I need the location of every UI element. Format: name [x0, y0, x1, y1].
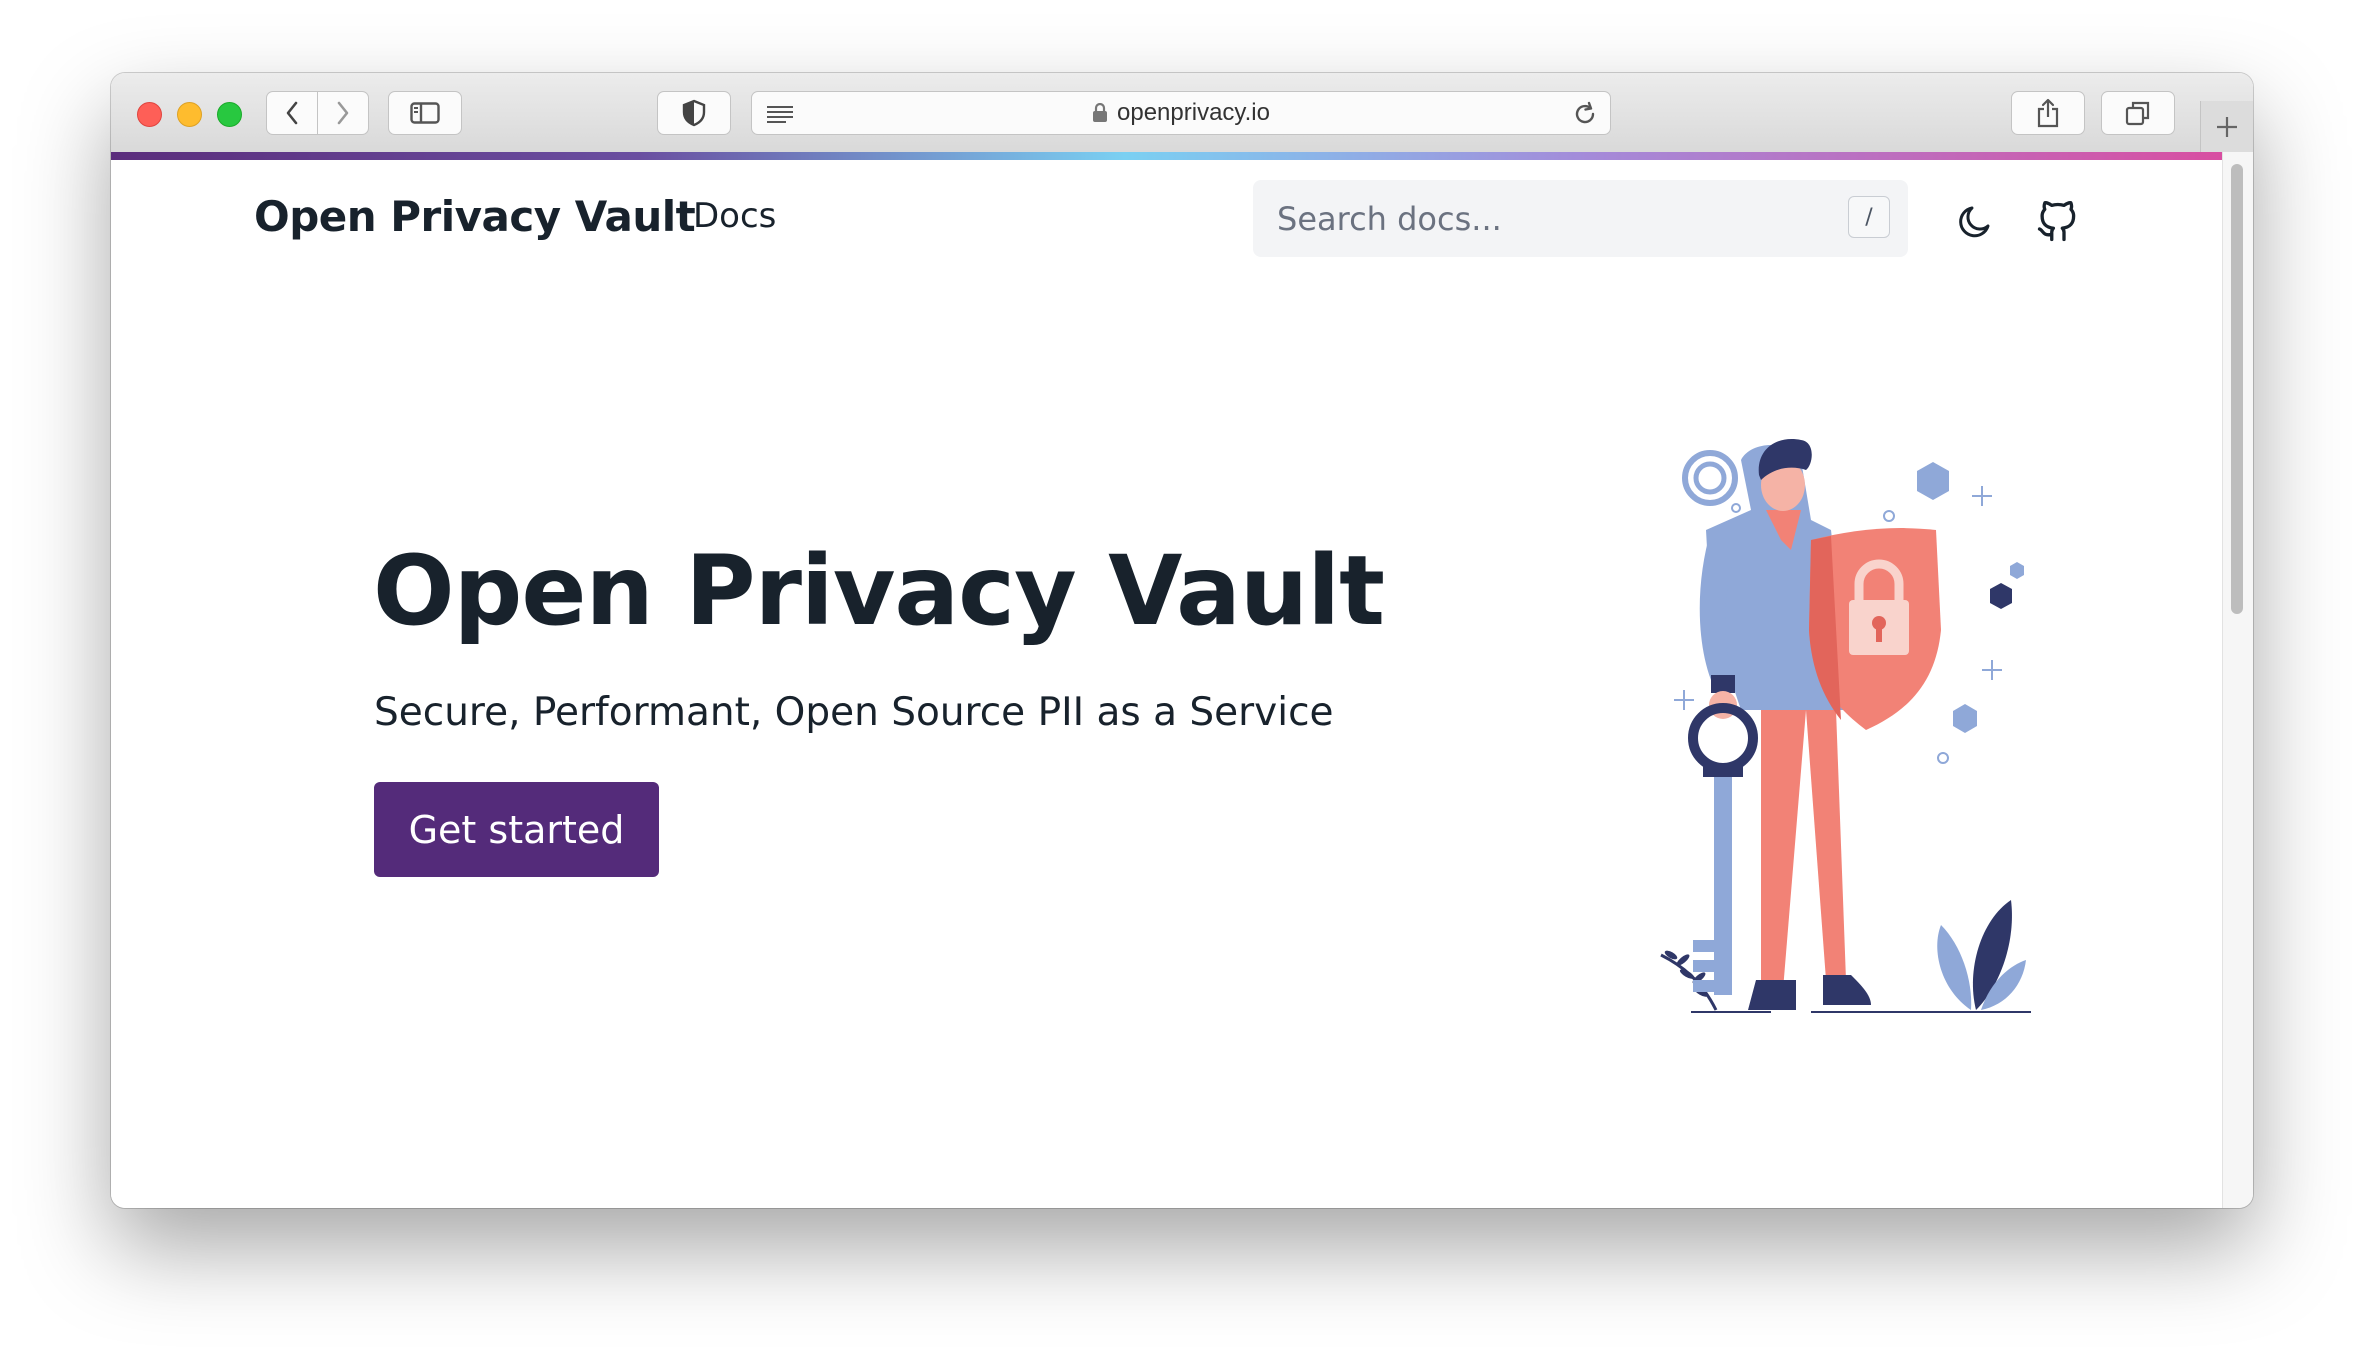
back-icon [286, 101, 298, 125]
hero-title: Open Privacy Vault [373, 535, 1385, 647]
search-shortcut-key: / [1848, 196, 1890, 238]
shield-icon [682, 99, 706, 127]
forward-button[interactable] [317, 92, 368, 134]
plus-icon [2217, 116, 2237, 137]
close-window-button[interactable] [137, 102, 162, 127]
browser-window: openprivacy.io Open Privacy Vault Docs S… [111, 73, 2253, 1208]
page-accent-bar [111, 152, 2223, 160]
share-icon [2037, 98, 2059, 128]
history-nav [266, 91, 369, 135]
browser-toolbar: openprivacy.io [111, 73, 2253, 153]
key-icon [1688, 703, 1758, 995]
search-placeholder: Search docs... [1277, 200, 1502, 238]
url-text: openprivacy.io [1117, 99, 1270, 126]
zoom-window-button[interactable] [217, 102, 242, 127]
privacy-report-button[interactable] [657, 91, 731, 135]
shield-lock-icon [1809, 528, 1941, 730]
security-illustration [1660, 439, 2031, 1013]
theme-toggle-button[interactable] [1953, 200, 1997, 244]
site-logo[interactable]: Open Privacy Vault [254, 192, 696, 241]
sidebar-button[interactable] [388, 91, 462, 135]
github-link[interactable] [2035, 200, 2079, 244]
minimize-window-button[interactable] [177, 102, 202, 127]
scrollbar-thumb[interactable] [2231, 164, 2243, 614]
nav-link-docs[interactable]: Docs [693, 196, 776, 236]
address-bar[interactable]: openprivacy.io [751, 91, 1611, 135]
hero-subtitle: Secure, Performant, Open Source PII as a… [374, 690, 1334, 735]
tabs-icon [2125, 101, 2150, 126]
forward-icon [337, 101, 349, 125]
github-icon [2037, 201, 2076, 242]
lock-icon [1093, 103, 1107, 122]
share-button[interactable] [2011, 91, 2085, 135]
sidebar-icon [410, 102, 440, 124]
search-input[interactable]: Search docs... / [1253, 180, 1908, 257]
new-tab-button[interactable] [2200, 101, 2253, 152]
moon-icon [1959, 206, 1990, 238]
tab-overview-button[interactable] [2101, 91, 2175, 135]
reload-icon [1575, 101, 1595, 124]
get-started-button[interactable]: Get started [374, 782, 659, 877]
page-content: Open Privacy Vault Docs Search docs... /… [111, 160, 2223, 1208]
back-button[interactable] [267, 92, 317, 134]
scrollbar[interactable] [2222, 152, 2253, 1208]
